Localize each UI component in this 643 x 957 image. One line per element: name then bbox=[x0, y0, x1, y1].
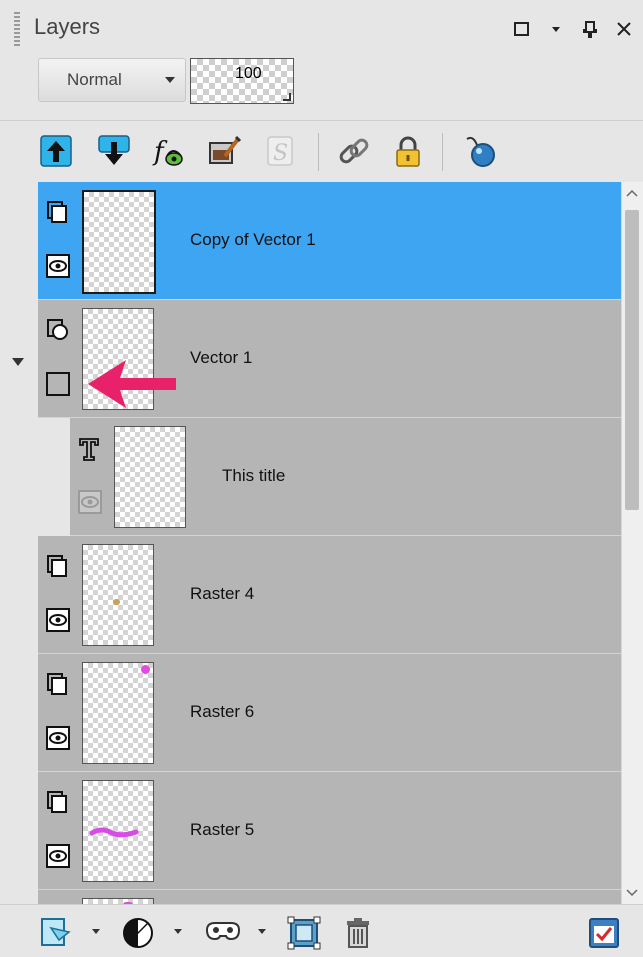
layer-row-partial[interactable] bbox=[38, 890, 622, 904]
pin-icon[interactable] bbox=[579, 18, 601, 40]
task-checklist-icon[interactable] bbox=[586, 915, 622, 951]
layers-list: Copy of Vector 1 Vector 1 This title Ras… bbox=[0, 182, 622, 904]
chevron-down-icon[interactable] bbox=[92, 929, 100, 934]
scrollbar-thumb[interactable] bbox=[625, 210, 639, 510]
window-buttons bbox=[511, 18, 635, 40]
layers-scrollbar[interactable] bbox=[621, 182, 643, 904]
eye-icon[interactable] bbox=[46, 608, 70, 632]
layer-toolbar: f S bbox=[0, 120, 643, 184]
layer-row-copy-of-vector-1[interactable]: Copy of Vector 1 bbox=[38, 182, 622, 300]
group-layers-icon[interactable] bbox=[286, 915, 322, 951]
layer-thumbnail bbox=[82, 780, 154, 882]
move-layer-down-icon[interactable] bbox=[96, 133, 132, 169]
layer-row-raster-5[interactable]: Raster 5 bbox=[38, 772, 622, 890]
layer-thumbnail bbox=[114, 426, 186, 528]
maximize-icon[interactable] bbox=[511, 18, 533, 40]
svg-text:S: S bbox=[273, 141, 288, 166]
panel-title: Layers bbox=[34, 14, 101, 39]
link-icon[interactable] bbox=[336, 133, 372, 169]
eye-hidden-icon[interactable] bbox=[78, 490, 102, 514]
lock-icon[interactable] bbox=[390, 133, 426, 169]
layers-panel: Layers Normal 100 f S Copy of Vector 1 V… bbox=[0, 0, 643, 957]
layer-name: Raster 6 bbox=[190, 702, 255, 721]
layer-thumbnail bbox=[82, 544, 154, 646]
bottom-toolbar bbox=[0, 904, 643, 957]
scroll-up-icon[interactable] bbox=[625, 188, 639, 198]
blend-mode-dropdown[interactable]: Normal bbox=[38, 58, 186, 102]
layer-name: Raster 4 bbox=[190, 584, 255, 603]
vector-group-icon bbox=[46, 318, 68, 342]
annotation-arrow-icon bbox=[88, 360, 176, 408]
chevron-down-icon[interactable] bbox=[174, 929, 182, 934]
eye-icon[interactable] bbox=[46, 254, 70, 278]
blend-mode-value: Normal bbox=[67, 70, 122, 89]
scroll-down-icon[interactable] bbox=[625, 888, 639, 898]
toolbar-separator bbox=[318, 133, 319, 171]
svg-text:f: f bbox=[152, 137, 168, 167]
raster-layer-icon bbox=[46, 554, 68, 578]
layer-name: Raster 5 bbox=[190, 820, 255, 839]
layer-row-this-title[interactable]: This title bbox=[70, 418, 622, 536]
script-icon[interactable]: S bbox=[262, 133, 298, 169]
trash-icon[interactable] bbox=[340, 915, 376, 951]
chevron-down-icon[interactable] bbox=[545, 18, 567, 40]
new-layer-icon[interactable] bbox=[38, 915, 74, 951]
layer-name: Copy of Vector 1 bbox=[190, 230, 316, 249]
resize-corner-icon bbox=[283, 93, 291, 101]
chevron-down-icon[interactable] bbox=[258, 929, 266, 934]
move-layer-up-icon[interactable] bbox=[38, 133, 74, 169]
layer-name: Vector 1 bbox=[190, 348, 253, 367]
panel-grip[interactable] bbox=[14, 12, 20, 46]
layer-thumbnail bbox=[82, 662, 154, 764]
chevron-down-icon bbox=[165, 77, 175, 83]
adjustment-layer-icon[interactable] bbox=[120, 915, 156, 951]
collapse-group-icon[interactable] bbox=[12, 358, 24, 366]
visibility-toggle-empty-icon[interactable] bbox=[46, 372, 70, 396]
mask-icon[interactable] bbox=[204, 915, 240, 951]
layer-row-raster-4[interactable]: Raster 4 bbox=[38, 536, 622, 654]
layer-row-raster-6[interactable]: Raster 6 bbox=[38, 654, 622, 772]
layer-thumbnail bbox=[82, 190, 156, 294]
raster-layer-icon bbox=[46, 790, 68, 814]
vector-layer-icon bbox=[46, 200, 68, 224]
opacity-field[interactable]: 100 bbox=[190, 58, 294, 104]
layer-name: This title bbox=[222, 466, 286, 485]
eye-icon[interactable] bbox=[46, 726, 70, 750]
toolbar-separator bbox=[442, 133, 443, 171]
opacity-value: 100 bbox=[235, 65, 262, 82]
close-icon[interactable] bbox=[613, 18, 635, 40]
eye-icon[interactable] bbox=[46, 844, 70, 868]
properties-icon[interactable] bbox=[462, 133, 498, 169]
raster-layer-icon bbox=[46, 672, 68, 696]
edit-selection-icon[interactable] bbox=[206, 133, 242, 169]
text-layer-icon bbox=[78, 436, 100, 461]
layer-styles-icon[interactable]: f bbox=[150, 133, 186, 169]
layer-row-vector-1[interactable]: Vector 1 bbox=[38, 300, 622, 418]
